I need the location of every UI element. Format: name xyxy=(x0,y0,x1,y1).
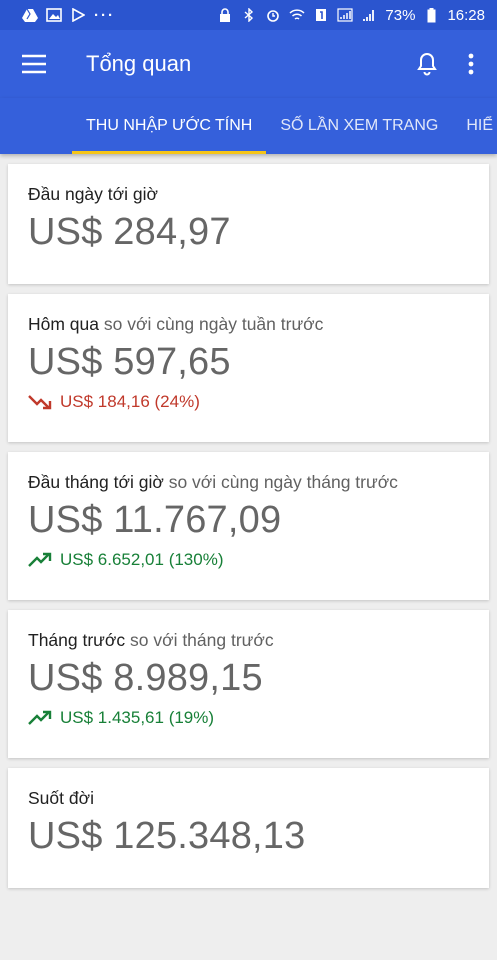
wifi-icon xyxy=(289,8,305,22)
change-row: US$ 6.652,01 (130%) xyxy=(28,550,469,570)
more-vert-icon[interactable] xyxy=(461,50,481,78)
card-label-main: Đầu tháng tới giờ xyxy=(28,472,164,492)
card-label-main: Tháng trước xyxy=(28,630,126,650)
status-bar: ··· 73% 16:28 xyxy=(0,0,497,30)
page-title: Tổng quan xyxy=(86,51,192,76)
tab-page-views[interactable]: SỐ LẦN XEM TRANG xyxy=(266,98,452,154)
bluetooth-icon xyxy=(241,8,257,22)
trending-up-icon xyxy=(28,710,52,725)
status-right: 73% 16:28 xyxy=(217,7,485,24)
card-label-comparison: so với cùng ngày tháng trước xyxy=(168,472,398,492)
image-icon xyxy=(46,8,62,22)
change-value: US$ 184,16 (24%) xyxy=(60,392,200,411)
bell-icon[interactable] xyxy=(413,50,441,78)
sim-icon xyxy=(313,8,329,22)
play-store-icon xyxy=(70,8,86,22)
card-label: Suốt đời xyxy=(28,788,469,809)
card-month-to-date[interactable]: Đầu tháng tới giờ so với cùng ngày tháng… xyxy=(8,452,489,600)
card-today-so-far[interactable]: Đầu ngày tới giờ US$ 284,97 xyxy=(8,164,489,284)
card-label: Hôm qua so với cùng ngày tuần trước xyxy=(28,314,469,335)
signal-icon xyxy=(361,8,377,22)
trending-down-icon xyxy=(28,395,52,410)
card-label: Đầu ngày tới giờ xyxy=(28,184,469,205)
signal-box-icon xyxy=(337,8,354,22)
overview-cards: Đầu ngày tới giờ US$ 284,97 Hôm qua so v… xyxy=(0,154,497,888)
card-yesterday[interactable]: Hôm qua so với cùng ngày tuần trước US$ … xyxy=(8,294,489,442)
change-row: US$ 1.435,61 (19%) xyxy=(28,708,469,728)
card-value: US$ 125.348,13 xyxy=(28,815,306,857)
lock-icon xyxy=(217,8,233,22)
trending-up-icon xyxy=(28,552,52,567)
card-label-comparison: so với cùng ngày tuần trước xyxy=(103,314,324,334)
tab-estimated-earnings[interactable]: THU NHẬP ƯỚC TÍNH xyxy=(72,98,267,154)
tab-bar: THU NHẬP ƯỚC TÍNH SỐ LẦN XEM TRANG HIỂ xyxy=(0,98,497,154)
clock-time: 16:28 xyxy=(447,6,485,24)
card-label-main: Đầu ngày tới giờ xyxy=(28,184,158,204)
card-label: Tháng trước so với tháng trước xyxy=(28,630,469,651)
tab-label: HIỂ xyxy=(466,117,493,134)
card-value: US$ 8.989,15 xyxy=(28,657,263,699)
tab-label: THU NHẬP ƯỚC TÍNH xyxy=(86,117,253,134)
change-value: US$ 1.435,61 (19%) xyxy=(60,708,215,727)
card-label-main: Hôm qua xyxy=(28,314,100,334)
menu-icon[interactable] xyxy=(20,50,48,78)
change-row: US$ 184,16 (24%) xyxy=(28,392,469,412)
tab-truncated[interactable]: HIỂ xyxy=(452,98,497,154)
more-notifications: ··· xyxy=(94,6,115,24)
battery-percent: 73% xyxy=(385,6,416,24)
card-label-main: Suốt đời xyxy=(28,788,94,808)
card-label: Đầu tháng tới giờ so với cùng ngày tháng… xyxy=(28,472,469,493)
alarm-icon xyxy=(265,8,281,22)
drive-icon xyxy=(22,8,38,22)
app-bar: Tổng quan xyxy=(0,30,497,98)
status-left: ··· xyxy=(22,7,115,24)
tab-label: SỐ LẦN XEM TRANG xyxy=(280,117,439,134)
card-last-month[interactable]: Tháng trước so với tháng trước US$ 8.989… xyxy=(8,610,489,758)
card-value: US$ 597,65 xyxy=(28,341,231,383)
card-lifetime[interactable]: Suốt đời US$ 125.348,13 xyxy=(8,768,489,888)
card-value: US$ 284,97 xyxy=(28,211,231,253)
change-value: US$ 6.652,01 (130%) xyxy=(60,550,224,569)
battery-icon xyxy=(423,7,439,22)
card-label-comparison: so với tháng trước xyxy=(130,630,274,650)
card-value: US$ 11.767,09 xyxy=(28,499,282,541)
